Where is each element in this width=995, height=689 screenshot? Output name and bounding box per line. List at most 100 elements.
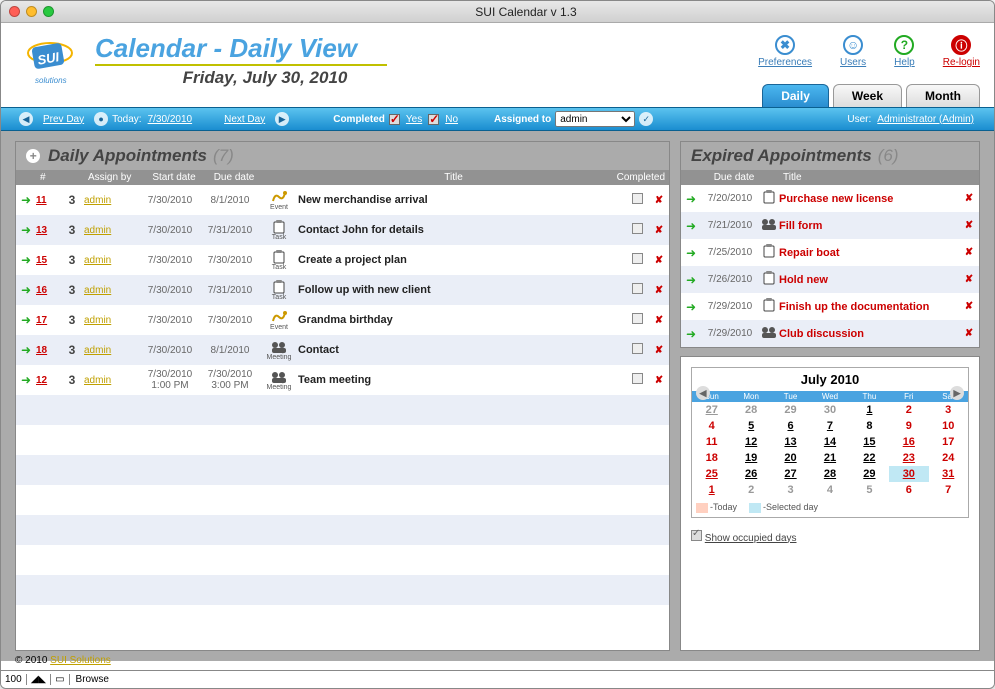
add-appointment-button[interactable]: + [26, 149, 40, 163]
minimize-icon[interactable] [26, 6, 37, 17]
assignee-link[interactable]: admin [84, 225, 111, 236]
delete-button[interactable]: ✘ [959, 247, 979, 258]
delete-button[interactable]: ✘ [959, 274, 979, 285]
assignee-link[interactable]: admin [84, 285, 111, 296]
tab-daily[interactable]: Daily [762, 84, 829, 107]
calendar-day[interactable]: 27 [771, 466, 810, 482]
calendar-day[interactable]: 12 [731, 434, 770, 450]
zoom-icon[interactable] [43, 6, 54, 17]
today-link[interactable]: 7/30/2010 [148, 114, 193, 125]
calendar-day[interactable]: 6 [889, 482, 928, 498]
calendar-day[interactable]: 20 [771, 450, 810, 466]
completed-checkbox[interactable] [632, 313, 643, 324]
calendar-day[interactable]: 19 [731, 450, 770, 466]
next-day-icon[interactable]: ▶ [275, 112, 289, 126]
calendar-day[interactable]: 29 [771, 402, 810, 418]
assignee-link[interactable]: admin [84, 345, 111, 356]
expired-row[interactable]: ➜7/26/2010Hold new✘ [681, 266, 979, 293]
cal-next-icon[interactable]: ▶ [950, 386, 964, 400]
prev-day-link[interactable]: Prev Day [43, 114, 84, 125]
appointment-row[interactable]: ➜163admin7/30/20107/31/2010TaskFollow up… [16, 275, 669, 305]
calendar-day[interactable]: 8 [850, 418, 889, 434]
assigned-confirm-icon[interactable]: ✓ [639, 112, 653, 126]
completed-checkbox[interactable] [632, 343, 643, 354]
delete-button[interactable]: ✘ [959, 193, 979, 204]
completed-no-checkbox[interactable] [428, 114, 439, 125]
status-icon-2[interactable]: ▭ [51, 674, 69, 685]
calendar-day[interactable]: 1 [692, 482, 731, 498]
expired-row[interactable]: ➜7/20/2010Purchase new license✘ [681, 185, 979, 212]
calendar-day[interactable]: 3 [771, 482, 810, 498]
calendar-day[interactable]: 2 [731, 482, 770, 498]
calendar-day[interactable]: 9 [889, 418, 928, 434]
calendar-day[interactable]: 28 [731, 402, 770, 418]
calendar-day[interactable]: 30 [889, 466, 928, 482]
completed-checkbox[interactable] [632, 253, 643, 264]
cal-prev-icon[interactable]: ◀ [696, 386, 710, 400]
delete-button[interactable]: ✘ [959, 328, 979, 339]
delete-button[interactable]: ✘ [959, 301, 979, 312]
calendar-day[interactable]: 7 [929, 482, 968, 498]
calendar-day[interactable]: 27 [692, 402, 731, 418]
calendar-day[interactable]: 24 [929, 450, 968, 466]
calendar-day[interactable]: 4 [692, 418, 731, 434]
delete-button[interactable]: ✘ [649, 315, 669, 326]
delete-button[interactable]: ✘ [649, 225, 669, 236]
expired-row[interactable]: ➜7/25/2010Repair boat✘ [681, 239, 979, 266]
appointment-row[interactable]: ➜173admin7/30/20107/30/2010EventGrandma … [16, 305, 669, 335]
delete-button[interactable]: ✘ [649, 285, 669, 296]
calendar-day[interactable]: 29 [850, 466, 889, 482]
completed-yes-checkbox[interactable] [389, 114, 400, 125]
calendar-day[interactable]: 5 [731, 418, 770, 434]
prev-day-icon[interactable]: ◀ [19, 112, 33, 126]
appointment-row[interactable]: ➜113admin7/30/20108/1/2010EventNew merch… [16, 185, 669, 215]
calendar-day[interactable]: 16 [889, 434, 928, 450]
calendar-day[interactable]: 5 [850, 482, 889, 498]
calendar-day[interactable]: 26 [731, 466, 770, 482]
delete-button[interactable]: ✘ [649, 255, 669, 266]
help-link[interactable]: ?Help [894, 35, 915, 68]
appointment-id-link[interactable]: 17 [36, 315, 47, 326]
calendar-day[interactable]: 14 [810, 434, 849, 450]
calendar-day[interactable]: 30 [810, 402, 849, 418]
current-user-link[interactable]: Administrator (Admin) [877, 114, 974, 125]
calendar-day[interactable]: 25 [692, 466, 731, 482]
status-icon-1[interactable]: ◢◣ [27, 674, 51, 685]
relogin-link[interactable]: ⓘRe-login [943, 35, 980, 68]
calendar-day[interactable]: 10 [929, 418, 968, 434]
delete-button[interactable]: ✘ [649, 195, 669, 206]
appointment-id-link[interactable]: 13 [36, 225, 47, 236]
preferences-link[interactable]: ✖Preferences [758, 35, 812, 68]
delete-button[interactable]: ✘ [649, 375, 669, 386]
appointment-id-link[interactable]: 11 [36, 195, 47, 206]
calendar-day[interactable]: 4 [810, 482, 849, 498]
calendar-day[interactable]: 11 [692, 434, 731, 450]
calendar-day[interactable]: 31 [929, 466, 968, 482]
appointment-id-link[interactable]: 18 [36, 345, 47, 356]
users-link[interactable]: ☺Users [840, 35, 866, 68]
calendar-day[interactable]: 3 [929, 402, 968, 418]
tab-month[interactable]: Month [906, 84, 980, 107]
calendar-day[interactable]: 1 [850, 402, 889, 418]
footer-link[interactable]: SUI Solutions [50, 655, 111, 666]
expired-row[interactable]: ➜7/29/2010Finish up the documentation✘ [681, 293, 979, 320]
delete-button[interactable]: ✘ [959, 220, 979, 231]
close-icon[interactable] [9, 6, 20, 17]
completed-checkbox[interactable] [632, 223, 643, 234]
expired-row[interactable]: ➜7/21/2010Fill form✘ [681, 212, 979, 239]
calendar-day[interactable]: 7 [810, 418, 849, 434]
calendar-day[interactable]: 28 [810, 466, 849, 482]
expired-row[interactable]: ➜7/29/2010Club discussion✘ [681, 320, 979, 347]
assignee-link[interactable]: admin [84, 315, 111, 326]
today-icon[interactable]: ● [94, 112, 108, 126]
appointment-id-link[interactable]: 12 [36, 375, 47, 386]
completed-checkbox[interactable] [632, 193, 643, 204]
tab-week[interactable]: Week [833, 84, 902, 107]
assignee-link[interactable]: admin [84, 375, 111, 386]
appointment-row[interactable]: ➜123admin7/30/20101:00 PM7/30/20103:00 P… [16, 365, 669, 395]
completed-checkbox[interactable] [632, 373, 643, 384]
appointment-row[interactable]: ➜153admin7/30/20107/30/2010TaskCreate a … [16, 245, 669, 275]
calendar-day[interactable]: 22 [850, 450, 889, 466]
calendar-day[interactable]: 2 [889, 402, 928, 418]
appointment-row[interactable]: ➜183admin7/30/20108/1/2010MeetingContact… [16, 335, 669, 365]
